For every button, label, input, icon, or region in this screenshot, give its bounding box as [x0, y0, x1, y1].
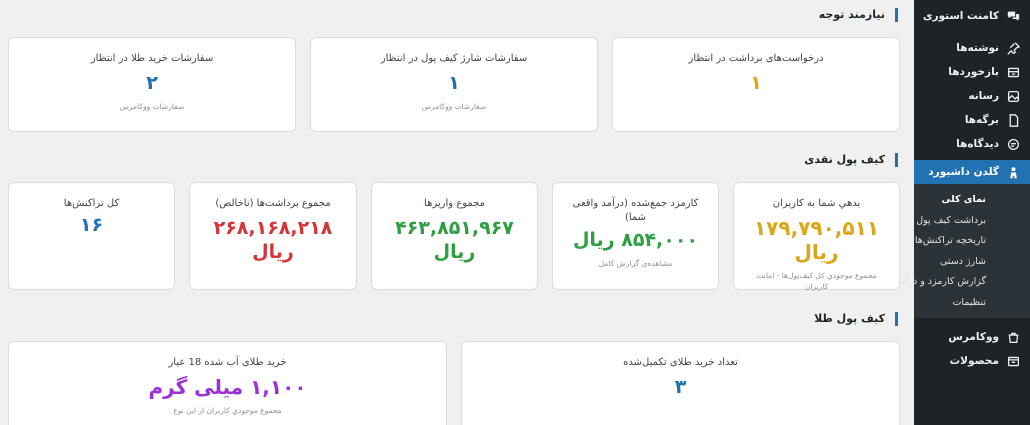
card-label: درخواست‌های برداشت در انتظار: [688, 53, 824, 64]
card-value: ۲: [146, 72, 158, 94]
submenu-wallet-withdraw[interactable]: برداشت کیف پول: [914, 211, 1030, 232]
card-collected-fees: کارمزد جمع‌شده (درآمد واقعی شما) ۸۵۴,۰۰۰…: [552, 182, 719, 290]
card-label: خرید طلای آب شده 18 عیار: [168, 357, 287, 368]
sidebar-item-label: بازخوردها: [948, 66, 999, 78]
card-sub: مجموع موجودي کاربران از این نوع: [173, 406, 282, 415]
sidebar-item-label: دیدگاه‌ها: [956, 138, 999, 150]
sidebar-item-comment-story[interactable]: کامنت استوری: [914, 4, 1030, 28]
submenu-settings[interactable]: تنظیمات: [914, 293, 1030, 314]
card-value: ۸۵۴,۰۰۰ ریال: [572, 229, 699, 251]
sidebar-item-label: محصولات: [949, 355, 999, 367]
card-pending-gold-orders: سفارشات خرید طلا در انتظار ۲ سفارشات ووک…: [8, 37, 296, 132]
admin-sidebar: کامنت استوری نوشته‌ها بازخوردها رسانه بر…: [896, 0, 1030, 425]
pin-icon: [1006, 41, 1020, 55]
card-value: ۱۷۹,۷۹۰,۵۱۱ ریال: [753, 216, 880, 264]
card-pending-wallet-charge: سفارشات شارژ کیف پول در انتظار ۱ سفارشات…: [310, 37, 598, 132]
sidebar-item-label: نوشته‌ها: [956, 42, 999, 54]
card-label: سفارشات خرید طلا در انتظار: [90, 53, 214, 64]
section-title-gold-wallet: کیف پول طلا: [814, 312, 898, 326]
sidebar-item-comments[interactable]: دیدگاه‌ها: [914, 132, 1030, 156]
card-value-unit: ریال: [252, 241, 294, 263]
card-total-withdrawals: مجموع برداشت‌ها (ناخالص) ۲۶۸,۱۶۸,۲۱۸ ریا…: [189, 182, 357, 290]
card-sub: سفارشات ووکامرس: [119, 102, 185, 111]
card-value: ۱: [448, 72, 460, 94]
card-value: ۱۶: [79, 214, 104, 236]
card-label: مجموع برداشت‌ها (ناخالص): [215, 198, 331, 209]
comments-icon: [1006, 9, 1020, 23]
card-value-amount: ۴۶۳,۸۵۱,۹۶۷: [395, 217, 514, 239]
card-total-transactions: کل تراکنش‌ها ۱۶: [8, 182, 175, 290]
card-value: ۳: [674, 376, 687, 398]
sidebar-item-label: برگه‌ها: [964, 114, 999, 126]
card-sub: سفارشات ووکامرس: [421, 102, 487, 111]
card-debt-to-users: بدهي شما به کاربران ۱۷۹,۷۹۰,۵۱۱ ریال مجم…: [733, 182, 900, 291]
card-total-deposits: مجموع واریزها ۴۶۳,۸۵۱,۹۶۷ ریال: [371, 182, 538, 290]
sidebar-item-woocommerce[interactable]: ووکامرس: [914, 325, 1030, 349]
submenu-overview[interactable]: نمای کلی: [914, 190, 1030, 211]
golden-dashboard-icon: [1006, 165, 1020, 179]
submenu-transaction-history[interactable]: تاریخچه تراکنش‌ها: [914, 231, 1030, 252]
feedback-icon: [1006, 65, 1020, 79]
card-value-amount: ۲۶۸,۱۶۸,۲۱۸: [213, 217, 333, 239]
page-icon: [1006, 113, 1020, 127]
card-gold-18k-holdings: خرید طلای آب شده 18 عیار ۱,۱۰۰ میلی گرم …: [8, 341, 447, 425]
card-label: سفارشات شارژ کیف پول در انتظار: [380, 53, 528, 64]
card-label: تعداد خرید طلای تکمیل‌شده: [623, 357, 738, 368]
sidebar-item-pages[interactable]: برگه‌ها: [914, 108, 1030, 132]
sidebar-item-feedback[interactable]: بازخوردها: [914, 60, 1030, 84]
sidebar-item-golden-dashboard[interactable]: گلدن داشبورد: [914, 160, 1030, 184]
card-label: مجموع واریزها: [424, 198, 485, 209]
card-label: کل تراکنش‌ها: [63, 198, 120, 209]
card-sub-link[interactable]: مشاهده‌ی گزارش کامل: [553, 258, 718, 269]
main-content: نیازمند توجه درخواست‌های برداشت در انتظا…: [0, 0, 914, 425]
sidebar-item-label: گلدن داشبورد: [928, 166, 999, 178]
card-label: بدهي شما به کاربران: [772, 198, 861, 209]
sidebar-item-label: رسانه: [968, 90, 999, 102]
card-label: کارمزد جمع‌شده (درآمد واقعی شما): [572, 198, 699, 223]
sidebar-item-media[interactable]: رسانه: [914, 84, 1030, 108]
card-completed-gold-purchases: تعداد خرید طلای تکمیل‌شده ۳: [461, 341, 900, 425]
comment-icon: [1006, 137, 1020, 151]
products-icon: [1006, 354, 1020, 368]
section-title-cash-wallet: کیف پول نقدی: [804, 153, 898, 167]
golden-dashboard-submenu: نمای کلی برداشت کیف پول تاریخچه تراکنش‌ه…: [896, 184, 1030, 318]
card-sub: مجموع موجودي کل کیف‌پول‌ها - امانت کاربر…: [756, 271, 877, 291]
card-value: ۱: [750, 72, 762, 94]
sidebar-item-products[interactable]: محصولات: [914, 349, 1030, 373]
card-pending-withdrawals: درخواست‌های برداشت در انتظار ۱: [612, 37, 900, 132]
woocommerce-icon: [1006, 330, 1020, 344]
submenu-manual-charge[interactable]: شارژ دستی: [914, 252, 1030, 273]
section-title-attention: نیازمند توجه: [819, 8, 898, 22]
submenu-fee-income-report[interactable]: گزارش کارمزد و درآمد: [896, 272, 1030, 293]
sidebar-item-posts[interactable]: نوشته‌ها: [914, 36, 1030, 60]
card-value: ۱,۱۰۰ میلی گرم: [148, 375, 307, 399]
sidebar-item-label: کامنت استوری: [922, 10, 999, 22]
sidebar-item-label: ووکامرس: [948, 331, 999, 343]
card-value-unit: ریال: [433, 241, 476, 263]
media-icon: [1006, 89, 1020, 103]
